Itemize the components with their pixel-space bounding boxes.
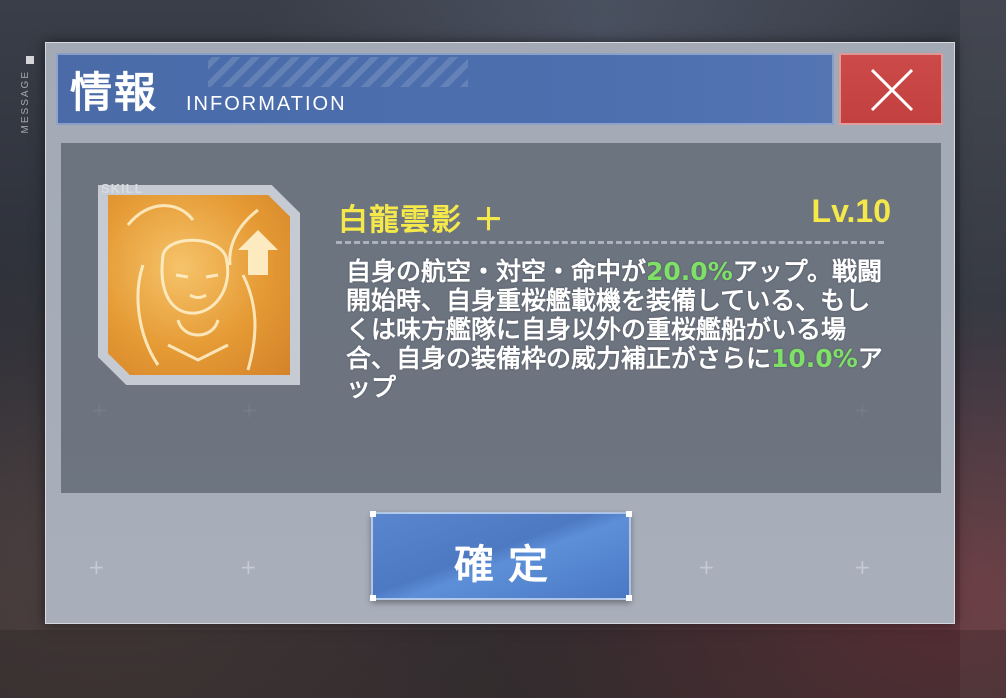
- information-dialog: + + + + + + + 情報 INFORMATION SKILL: [45, 42, 955, 624]
- skill-character-art: [126, 204, 278, 371]
- confirm-button-label: 確定: [454, 541, 562, 588]
- dialog-header: 情報 INFORMATION: [56, 53, 834, 125]
- desc-text: 自身の航空・対空・命中が: [346, 257, 647, 286]
- background-panel-bottom: [0, 630, 1006, 698]
- skill-portrait-icon: [108, 195, 290, 375]
- decor-cross-icon: +: [88, 555, 105, 579]
- close-button[interactable]: [839, 53, 943, 125]
- skill-name: 白龍雲影 ＋: [338, 203, 505, 238]
- desc-highlight-value: 10.0%: [771, 344, 858, 373]
- decor-cross-icon: +: [240, 555, 257, 579]
- dialog-subtitle: INFORMATION: [186, 93, 347, 115]
- desc-highlight-value: 20.0%: [646, 257, 733, 286]
- close-x-icon: [870, 68, 914, 112]
- dialog-title: 情報: [70, 68, 159, 117]
- background-panel-right: [960, 0, 1006, 698]
- button-corner: [370, 511, 376, 517]
- skill-level: Lv.10: [811, 193, 891, 229]
- skill-description: 自身の航空・対空・命中が20.0%アップ。戦闘開始時、自身重桜艦載機を装備してい…: [346, 257, 886, 402]
- message-marker-icon: [26, 56, 34, 64]
- decor-cross-icon: +: [698, 555, 715, 579]
- button-corner: [626, 595, 632, 601]
- button-corner: [370, 595, 376, 601]
- skill-info-panel: SKILL 白龍雲影 ＋ Lv.10 自身の航空・対空・命中が20.0%アップ。…: [61, 143, 941, 493]
- skill-tag-label: SKILL: [101, 181, 144, 196]
- decor-cross-icon: +: [854, 555, 871, 579]
- confirm-button[interactable]: 確定: [370, 511, 632, 601]
- message-side-label: MESSAGE: [20, 70, 31, 134]
- skill-divider: [336, 241, 884, 244]
- header-stripes: [208, 57, 468, 87]
- button-corner: [626, 511, 632, 517]
